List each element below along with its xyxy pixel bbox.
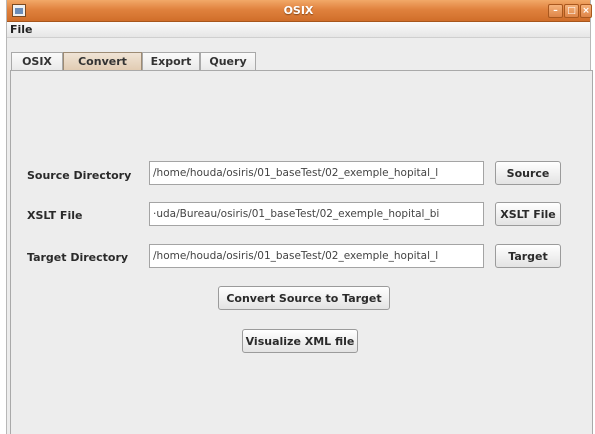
maximize-button[interactable]: □ xyxy=(564,4,579,18)
menu-bar: File xyxy=(7,22,590,38)
target-directory-field[interactable]: /home/houda/osiris/01_baseTest/02_exempl… xyxy=(149,244,484,268)
window-title: OSIX xyxy=(283,4,314,17)
source-directory-field[interactable]: /home/houda/osiris/01_baseTest/02_exempl… xyxy=(149,161,484,185)
close-button[interactable]: × xyxy=(580,4,592,18)
minimize-button[interactable]: – xyxy=(548,4,563,18)
source-button[interactable]: Source xyxy=(495,161,561,185)
tab-osix[interactable]: OSIX xyxy=(11,52,63,71)
xslt-file-label: XSLT File xyxy=(27,209,83,222)
convert-source-to-target-button[interactable]: Convert Source to Target xyxy=(218,286,390,310)
target-button[interactable]: Target xyxy=(495,244,561,268)
xslt-file-button[interactable]: XSLT File xyxy=(495,202,561,226)
convert-panel: Source Directory /home/houda/osiris/01_b… xyxy=(10,70,593,434)
target-directory-label: Target Directory xyxy=(27,251,129,264)
xslt-file-field[interactable]: ·uda/Bureau/osiris/01_baseTest/02_exempl… xyxy=(149,202,484,226)
menu-file[interactable]: File xyxy=(10,23,33,36)
title-bar[interactable]: OSIX – □ × xyxy=(7,0,592,22)
tab-convert[interactable]: Convert xyxy=(63,52,142,72)
source-directory-label: Source Directory xyxy=(27,169,132,182)
tab-export[interactable]: Export xyxy=(142,52,200,71)
visualize-xml-button[interactable]: Visualize XML file xyxy=(242,329,358,353)
app-window: OSIX – □ × File OSIX Convert Export Quer… xyxy=(6,0,593,434)
tab-query[interactable]: Query xyxy=(200,52,256,71)
